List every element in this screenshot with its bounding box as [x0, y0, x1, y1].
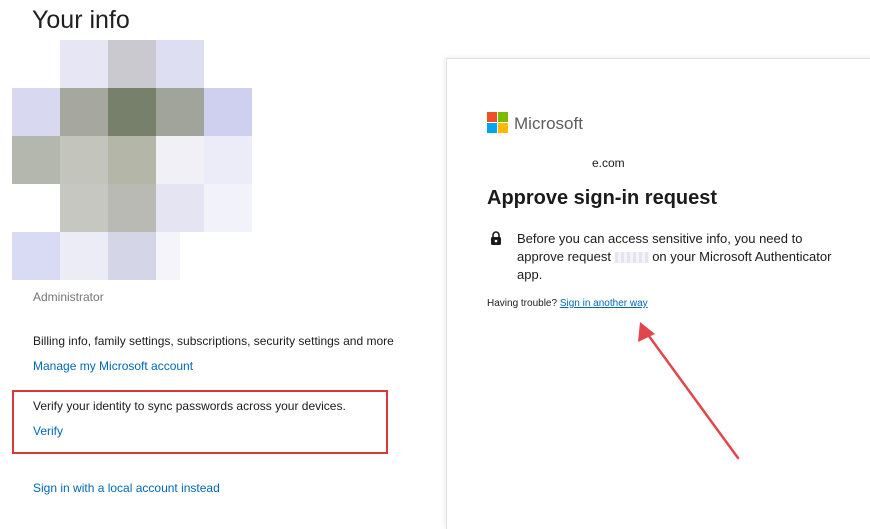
- verify-description: Verify your identity to sync passwords a…: [33, 399, 346, 413]
- microsoft-brand: Microsoft: [514, 114, 583, 133]
- microsoft-logo-icon: [487, 112, 509, 134]
- billing-description: Billing info, family settings, subscript…: [33, 334, 394, 348]
- manage-account-link[interactable]: Manage my Microsoft account: [33, 359, 193, 373]
- redacted-number: [614, 252, 649, 264]
- approve-message: Before you can access sensitive info, yo…: [517, 230, 837, 284]
- avatar: [12, 40, 252, 284]
- approve-heading: Approve sign-in request: [487, 187, 718, 209]
- annotation-arrow-icon: [638, 322, 740, 460]
- lock-icon: [491, 231, 501, 245]
- account-email: e.com: [592, 156, 625, 170]
- page-title: Your info: [32, 6, 130, 34]
- trouble-label: Having trouble?: [487, 298, 558, 309]
- account-role: Administrator: [33, 290, 104, 304]
- local-account-link[interactable]: Sign in with a local account instead: [33, 481, 220, 495]
- verify-link[interactable]: Verify: [33, 424, 63, 438]
